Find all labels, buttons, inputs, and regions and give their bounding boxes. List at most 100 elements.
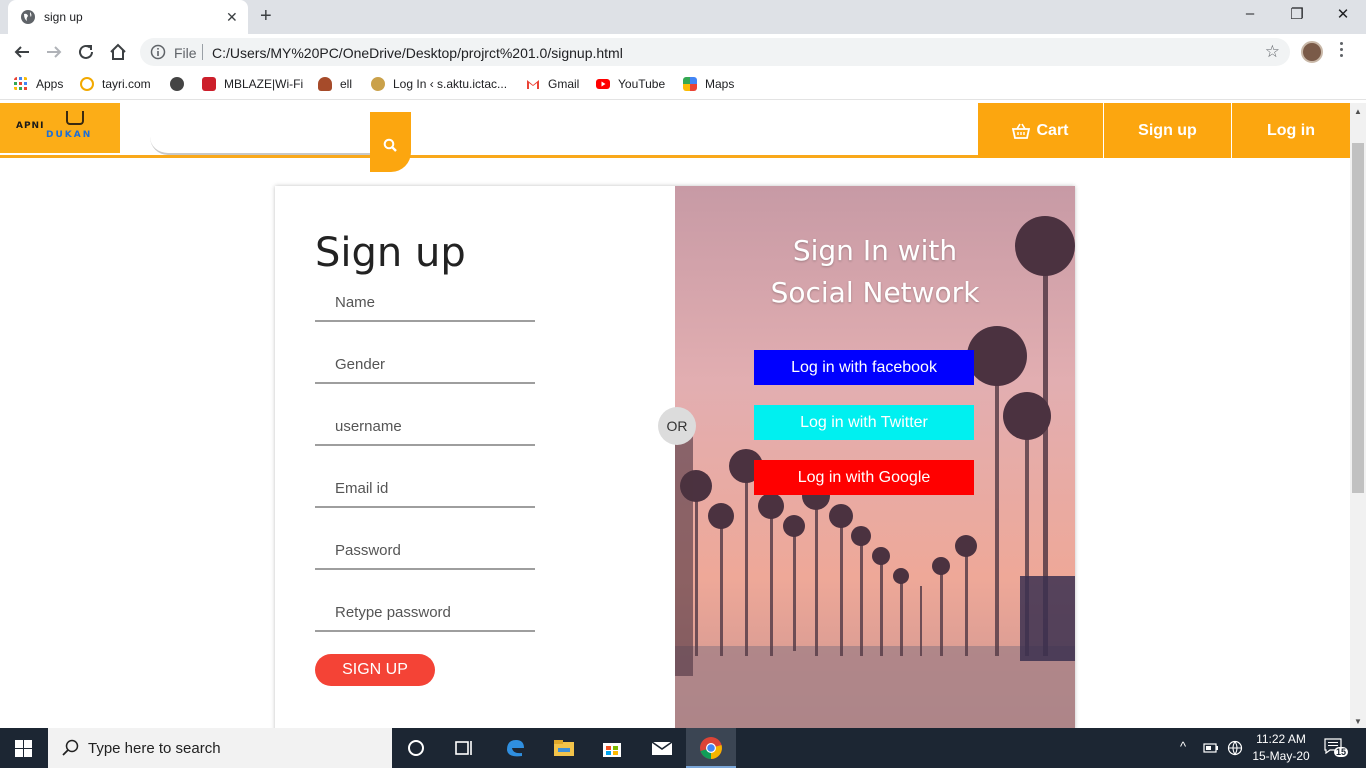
bookmark-youtube[interactable]: YouTube — [596, 77, 665, 91]
close-tab-icon[interactable]: ✕ — [226, 9, 238, 26]
bookmark-label: YouTube — [618, 77, 666, 91]
logo-cart-icon — [66, 111, 84, 125]
bookmark-gmail[interactable]: Gmail — [526, 77, 579, 91]
chrome-taskbar-button[interactable] — [686, 728, 736, 768]
ell-icon — [318, 77, 332, 91]
cortana-icon[interactable] — [404, 736, 428, 760]
password-field — [315, 532, 535, 570]
file-explorer-icon[interactable] — [552, 736, 576, 760]
bookmark-maps[interactable]: Maps — [683, 77, 734, 91]
browser-tab[interactable]: sign up ✕ — [8, 0, 248, 34]
minimize-icon[interactable]: – — [1240, 5, 1260, 22]
scroll-down-icon[interactable]: ▼ — [1354, 717, 1362, 726]
reload-icon[interactable] — [76, 42, 96, 62]
search-icon — [62, 739, 79, 756]
logo-text-bottom: DUKAN — [46, 130, 93, 140]
forward-arrow-icon[interactable] — [44, 42, 64, 62]
address-bar[interactable]: File C:/Users/MY%20PC/OneDrive/Desktop/p… — [140, 38, 1290, 66]
task-view-icon[interactable] — [452, 736, 476, 760]
bookmark-label: tayri.com — [102, 77, 151, 91]
restore-icon[interactable]: ❐ — [1287, 5, 1307, 23]
back-arrow-icon[interactable] — [12, 42, 32, 62]
basket-icon — [1012, 123, 1031, 139]
profile-avatar[interactable] — [1301, 41, 1323, 63]
aktu-icon — [371, 77, 385, 91]
url-text[interactable]: C:/Users/MY%20PC/OneDrive/Desktop/projrc… — [212, 45, 623, 61]
bookmark-label: MBLAZE|Wi-Fi — [224, 77, 304, 91]
retype-password-input[interactable] — [315, 594, 535, 630]
bookmark-tayri[interactable]: tayri.com — [80, 77, 151, 91]
nav-login-button[interactable]: Log in — [1232, 103, 1350, 158]
name-input[interactable] — [315, 284, 535, 320]
tab-title: sign up — [44, 10, 83, 24]
site-nav: Cart Sign up Log in — [978, 103, 1350, 158]
site-search-input[interactable] — [150, 113, 350, 151]
bookmark-label: Log In ‹ s.aktu.ictac... — [393, 77, 508, 91]
file-scheme-label: File — [174, 45, 197, 61]
scrollbar-thumb[interactable] — [1352, 143, 1364, 493]
username-input[interactable] — [315, 408, 535, 444]
bookmark-aktu[interactable]: Log In ‹ s.aktu.ictac... — [371, 77, 507, 91]
cart-button[interactable]: Cart — [978, 103, 1104, 158]
browser-tab-strip: sign up ✕ + – ❐ ✕ — [0, 0, 1366, 34]
battery-icon[interactable] — [1203, 742, 1219, 754]
youtube-icon — [596, 79, 610, 89]
new-tab-icon[interactable]: + — [260, 5, 272, 28]
password-input[interactable] — [315, 532, 535, 568]
bookmark-globe[interactable] — [170, 77, 192, 91]
email-field — [315, 470, 535, 508]
site-logo[interactable]: APNI DUKAN — [0, 103, 120, 153]
store-icon[interactable] — [600, 736, 624, 760]
bookmark-mblaze[interactable]: MBLAZE|Wi-Fi — [202, 77, 303, 91]
network-globe-icon[interactable] — [1227, 740, 1243, 756]
scroll-up-icon[interactable]: ▲ — [1354, 107, 1362, 116]
search-icon — [383, 138, 397, 152]
windows-taskbar: Type here to search ^ 11:22 AM 15-May-20… — [0, 728, 1366, 768]
signup-form: Sign up SIGN UP — [275, 186, 675, 728]
twitter-login-button[interactable]: Log in with Twitter — [754, 405, 974, 440]
signup-card: Sign up SIGN UP — [275, 186, 1075, 728]
close-window-icon[interactable]: ✕ — [1333, 5, 1353, 23]
home-icon[interactable] — [108, 42, 128, 62]
name-field — [315, 284, 535, 322]
info-icon[interactable] — [150, 44, 166, 60]
site-search-button[interactable] — [370, 112, 411, 172]
logo-text-top: APNI — [16, 121, 45, 131]
social-login-panel: Sign In with Social Network Log in with … — [675, 186, 1075, 728]
clock-time: 11:22 AM — [1256, 732, 1306, 746]
bookmark-star-icon[interactable]: ☆ — [1265, 42, 1280, 62]
system-clock[interactable]: 11:22 AM 15-May-20 — [1250, 731, 1312, 765]
gender-input[interactable] — [315, 346, 535, 382]
notification-count-badge: 15 — [1334, 747, 1349, 757]
social-title-line2: Social Network — [770, 276, 980, 309]
bookmark-apps[interactable]: Apps — [14, 77, 63, 91]
edge-icon[interactable] — [503, 736, 527, 760]
page-viewport: APNI DUKAN Cart Sign up Log in Sign up N… — [0, 103, 1350, 728]
apps-grid-icon — [14, 77, 27, 90]
browser-toolbar: File C:/Users/MY%20PC/OneDrive/Desktop/p… — [0, 34, 1366, 70]
nav-signup-button[interactable]: Sign up — [1104, 103, 1232, 158]
tray-chevron-icon[interactable]: ^ — [1180, 739, 1186, 754]
signup-submit-button[interactable]: SIGN UP — [315, 654, 435, 686]
cart-label: Cart — [1036, 121, 1069, 139]
windows-start-icon[interactable] — [15, 740, 32, 757]
email-input[interactable] — [315, 470, 535, 506]
tayri-icon — [80, 77, 94, 91]
bookmark-ell[interactable]: ell — [318, 77, 352, 91]
page-scrollbar[interactable]: ▲ ▼ — [1350, 103, 1366, 728]
action-center-icon[interactable]: 15 — [1324, 738, 1349, 758]
mail-icon[interactable] — [650, 736, 674, 760]
gender-field — [315, 346, 535, 384]
gmail-icon — [527, 80, 539, 89]
or-divider: OR — [658, 407, 696, 445]
menu-kebab-icon[interactable] — [1340, 42, 1344, 60]
address-separator — [202, 44, 203, 60]
mblaze-icon — [202, 77, 216, 91]
chrome-icon — [700, 737, 722, 759]
taskbar-search[interactable]: Type here to search — [48, 728, 392, 768]
site-header: APNI DUKAN Cart Sign up Log in — [0, 103, 1350, 172]
facebook-login-button[interactable]: Log in with facebook — [754, 350, 974, 385]
retype-password-field — [315, 594, 535, 632]
google-login-button[interactable]: Log in with Google — [754, 460, 974, 495]
social-title: Sign In with Social Network — [675, 230, 1075, 314]
